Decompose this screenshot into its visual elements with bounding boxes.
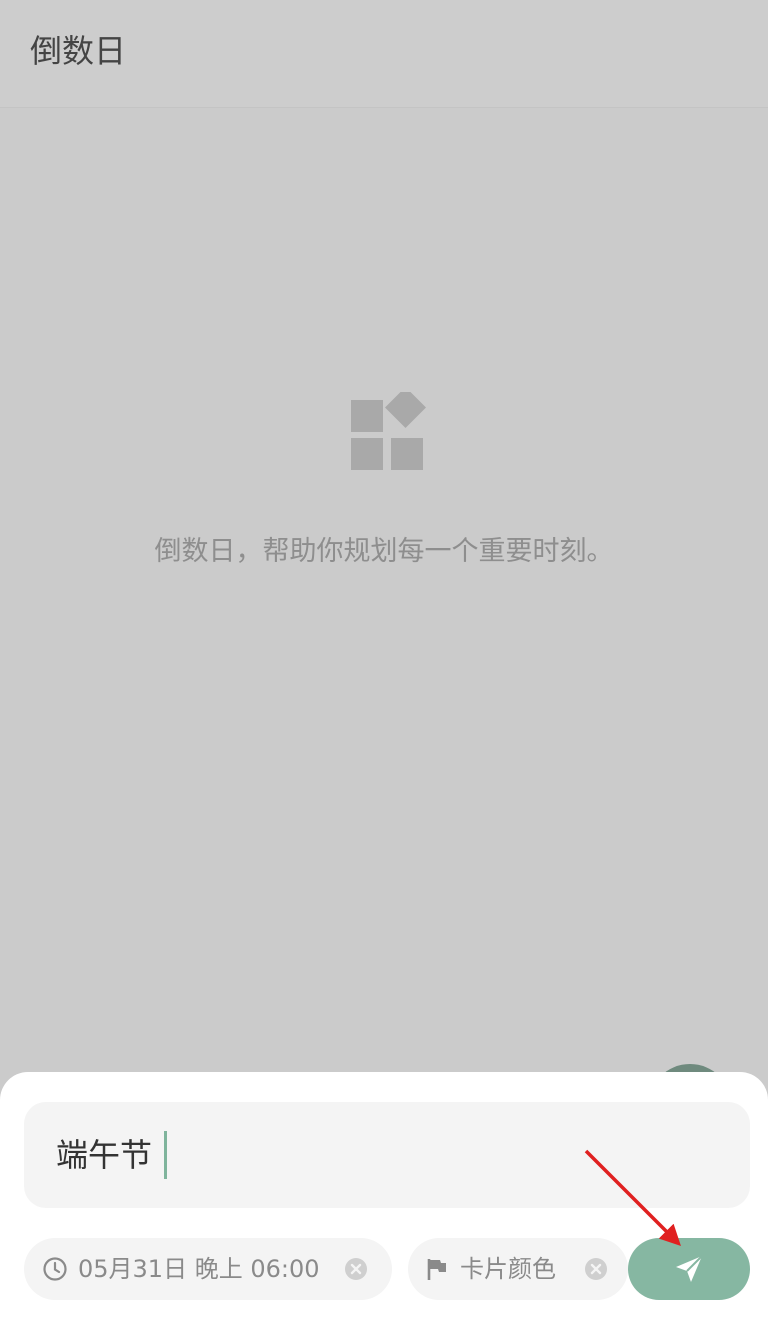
date-chip[interactable]: 05月31日 晚上 06:00 [24,1238,392,1300]
add-event-sheet: 端午节 05月31日 晚上 06:00 卡片颜色 [0,1072,768,1321]
send-icon [676,1255,703,1282]
event-title-input[interactable]: 端午节 [24,1102,750,1208]
clock-icon [43,1257,67,1281]
card-color-chip[interactable]: 卡片颜色 [408,1238,628,1300]
empty-state-message: 倒数日，帮助你规划每一个重要时刻。 [154,536,614,567]
card-color-label: 卡片颜色 [460,1255,556,1283]
clear-date-icon[interactable] [344,1257,368,1281]
widgets-icon [351,392,427,470]
flag-icon [427,1259,446,1280]
event-title-value: 端午节 [56,1136,153,1174]
text-caret [164,1131,168,1179]
send-button[interactable] [628,1238,750,1300]
app-bar: 倒数日 [0,0,768,108]
page-title: 倒数日 [30,32,127,70]
date-chip-label: 05月31日 晚上 06:00 [78,1255,320,1283]
clear-color-icon[interactable] [584,1257,608,1281]
